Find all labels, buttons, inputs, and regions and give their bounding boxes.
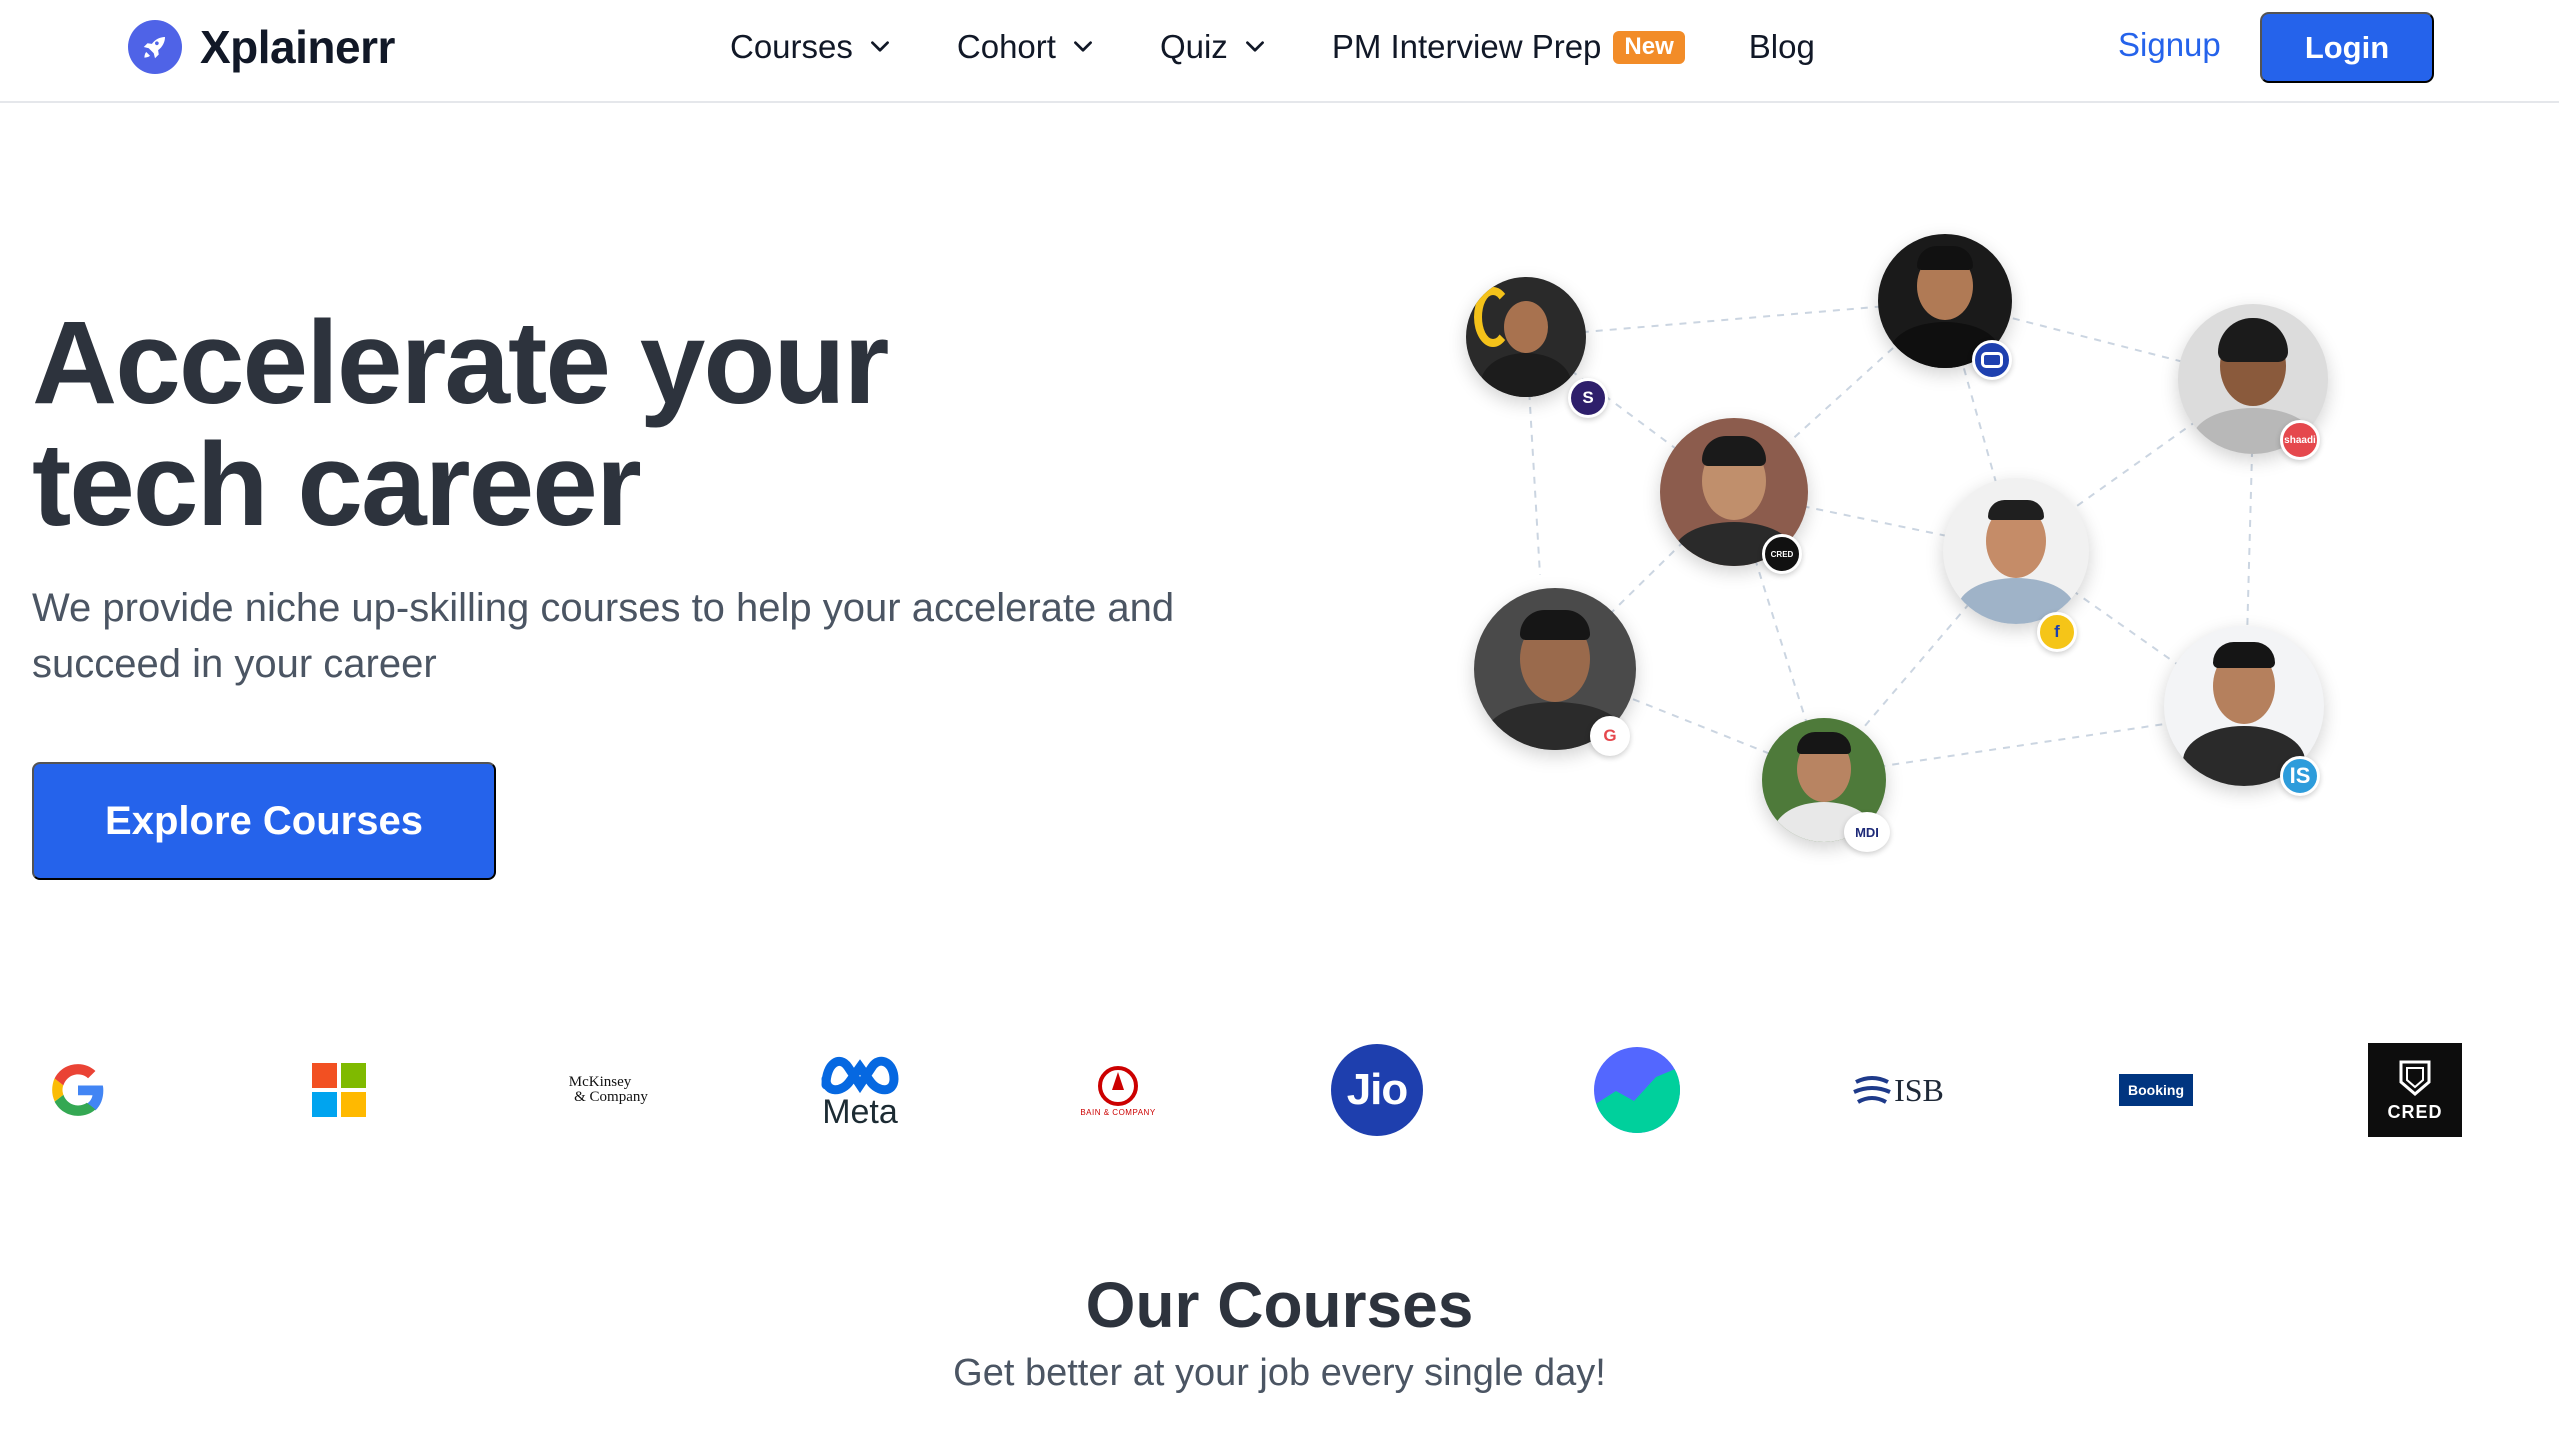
nav-quiz[interactable]: Quiz bbox=[1160, 28, 1268, 66]
jio-logo: Jio bbox=[1331, 1040, 1423, 1140]
mentor-network-graphic: S shaadi CRED f G MDI IS bbox=[1440, 220, 2360, 880]
courses-section-title: Our Courses bbox=[1085, 1269, 1474, 1341]
company-badge-icon: IS bbox=[2280, 756, 2320, 796]
bain-logo: BAIN & COMPANY bbox=[1060, 1040, 1176, 1140]
nav-blog[interactable]: Blog bbox=[1749, 28, 1815, 66]
cred-wordmark: CRED bbox=[2387, 1101, 2443, 1122]
nav-pm-interview-prep-label: PM Interview Prep bbox=[1331, 28, 1602, 65]
microsoft-logo-icon bbox=[312, 1040, 366, 1140]
booking-logo: Booking bbox=[2119, 1040, 2193, 1140]
mckinsey-line-1: McKinsey bbox=[568, 1074, 632, 1090]
hero-title-line-1: Accelerate your bbox=[32, 297, 889, 429]
mckinsey-logo: McKinsey & Company bbox=[540, 1040, 660, 1140]
hero-title-line-2: tech career bbox=[32, 419, 642, 551]
nav-quiz-label: Quiz bbox=[1159, 28, 1228, 65]
mentor-avatar bbox=[1466, 277, 1586, 397]
meta-wordmark: Meta bbox=[822, 1092, 898, 1131]
nav-courses[interactable]: Courses bbox=[730, 28, 893, 66]
badge-label: S bbox=[1582, 388, 1594, 407]
company-badge-icon: CRED bbox=[1762, 534, 1802, 574]
rocket-icon bbox=[128, 20, 182, 74]
badge-label: MDI bbox=[1855, 824, 1879, 840]
brand-name: Xplainerr bbox=[200, 21, 395, 73]
main-nav: Courses Cohort Quiz PM Interview Prep Ne… bbox=[730, 22, 1879, 72]
chevron-down-icon bbox=[870, 41, 889, 52]
courses-section-subtitle: Get better at your job every single day! bbox=[953, 1352, 1606, 1394]
meta-logo: Meta bbox=[812, 1040, 908, 1140]
nav-blog-label: Blog bbox=[1748, 28, 1815, 65]
signup-link[interactable]: Signup bbox=[2118, 26, 2221, 64]
jio-wordmark: Jio bbox=[1346, 1065, 1409, 1114]
nav-courses-label: Courses bbox=[730, 28, 853, 65]
company-badge-icon: f bbox=[2037, 612, 2077, 652]
company-badge-icon: G bbox=[1590, 716, 1630, 756]
nav-cohort[interactable]: Cohort bbox=[957, 28, 1096, 66]
company-badge-icon bbox=[1972, 340, 2012, 380]
badge-label: CRED bbox=[1770, 549, 1794, 559]
bain-wordmark: BAIN & COMPANY bbox=[1080, 1107, 1156, 1117]
google-logo-icon bbox=[46, 1040, 110, 1140]
chevron-down-icon bbox=[1074, 41, 1092, 52]
isb-logo: ISB bbox=[1848, 1040, 1948, 1140]
login-button[interactable]: Login bbox=[2260, 12, 2434, 83]
bain-circle-icon bbox=[1098, 1065, 1138, 1106]
top-navbar: Xplainerr Courses Cohort Quiz PM Intervi… bbox=[0, 0, 2559, 103]
badge-label: G bbox=[1603, 726, 1617, 745]
meta-infinity-icon bbox=[821, 1056, 899, 1094]
nav-cohort-label: Cohort bbox=[956, 28, 1056, 65]
isb-wordmark: ISB bbox=[1894, 1071, 1944, 1108]
badge-label: f bbox=[2054, 622, 2060, 641]
badge-label: shaadi bbox=[2284, 434, 2316, 446]
chevron-down-icon bbox=[1245, 41, 1264, 52]
mentor-avatar bbox=[1943, 478, 2089, 624]
cred-logo: CRED bbox=[2368, 1040, 2462, 1140]
company-badge-icon: MDI bbox=[1844, 812, 1890, 852]
company-logos-row: McKinsey & Company Meta BAIN & COMPANY J… bbox=[0, 1040, 2559, 1140]
company-badge-icon: S bbox=[1568, 378, 1608, 418]
mckinsey-line-2: & Company bbox=[574, 1089, 648, 1105]
nav-pm-interview-prep[interactable]: PM Interview Prep New bbox=[1332, 28, 1685, 66]
groww-logo-icon bbox=[1594, 1040, 1680, 1140]
isb-swirl-icon bbox=[1853, 1076, 1891, 1104]
brand-logo[interactable]: Xplainerr bbox=[128, 20, 395, 74]
new-badge: New bbox=[1613, 30, 1685, 64]
badge-label: IS bbox=[2289, 763, 2311, 788]
explore-courses-button[interactable]: Explore Courses bbox=[32, 762, 496, 880]
company-badge-icon: shaadi bbox=[2280, 420, 2320, 460]
cred-shield-icon bbox=[2399, 1060, 2431, 1096]
hero-subtitle: We provide niche up-skilling courses to … bbox=[32, 586, 1175, 686]
booking-wordmark: Booking bbox=[2128, 1082, 2184, 1098]
hero-title: Accelerate your tech career bbox=[32, 302, 1132, 546]
